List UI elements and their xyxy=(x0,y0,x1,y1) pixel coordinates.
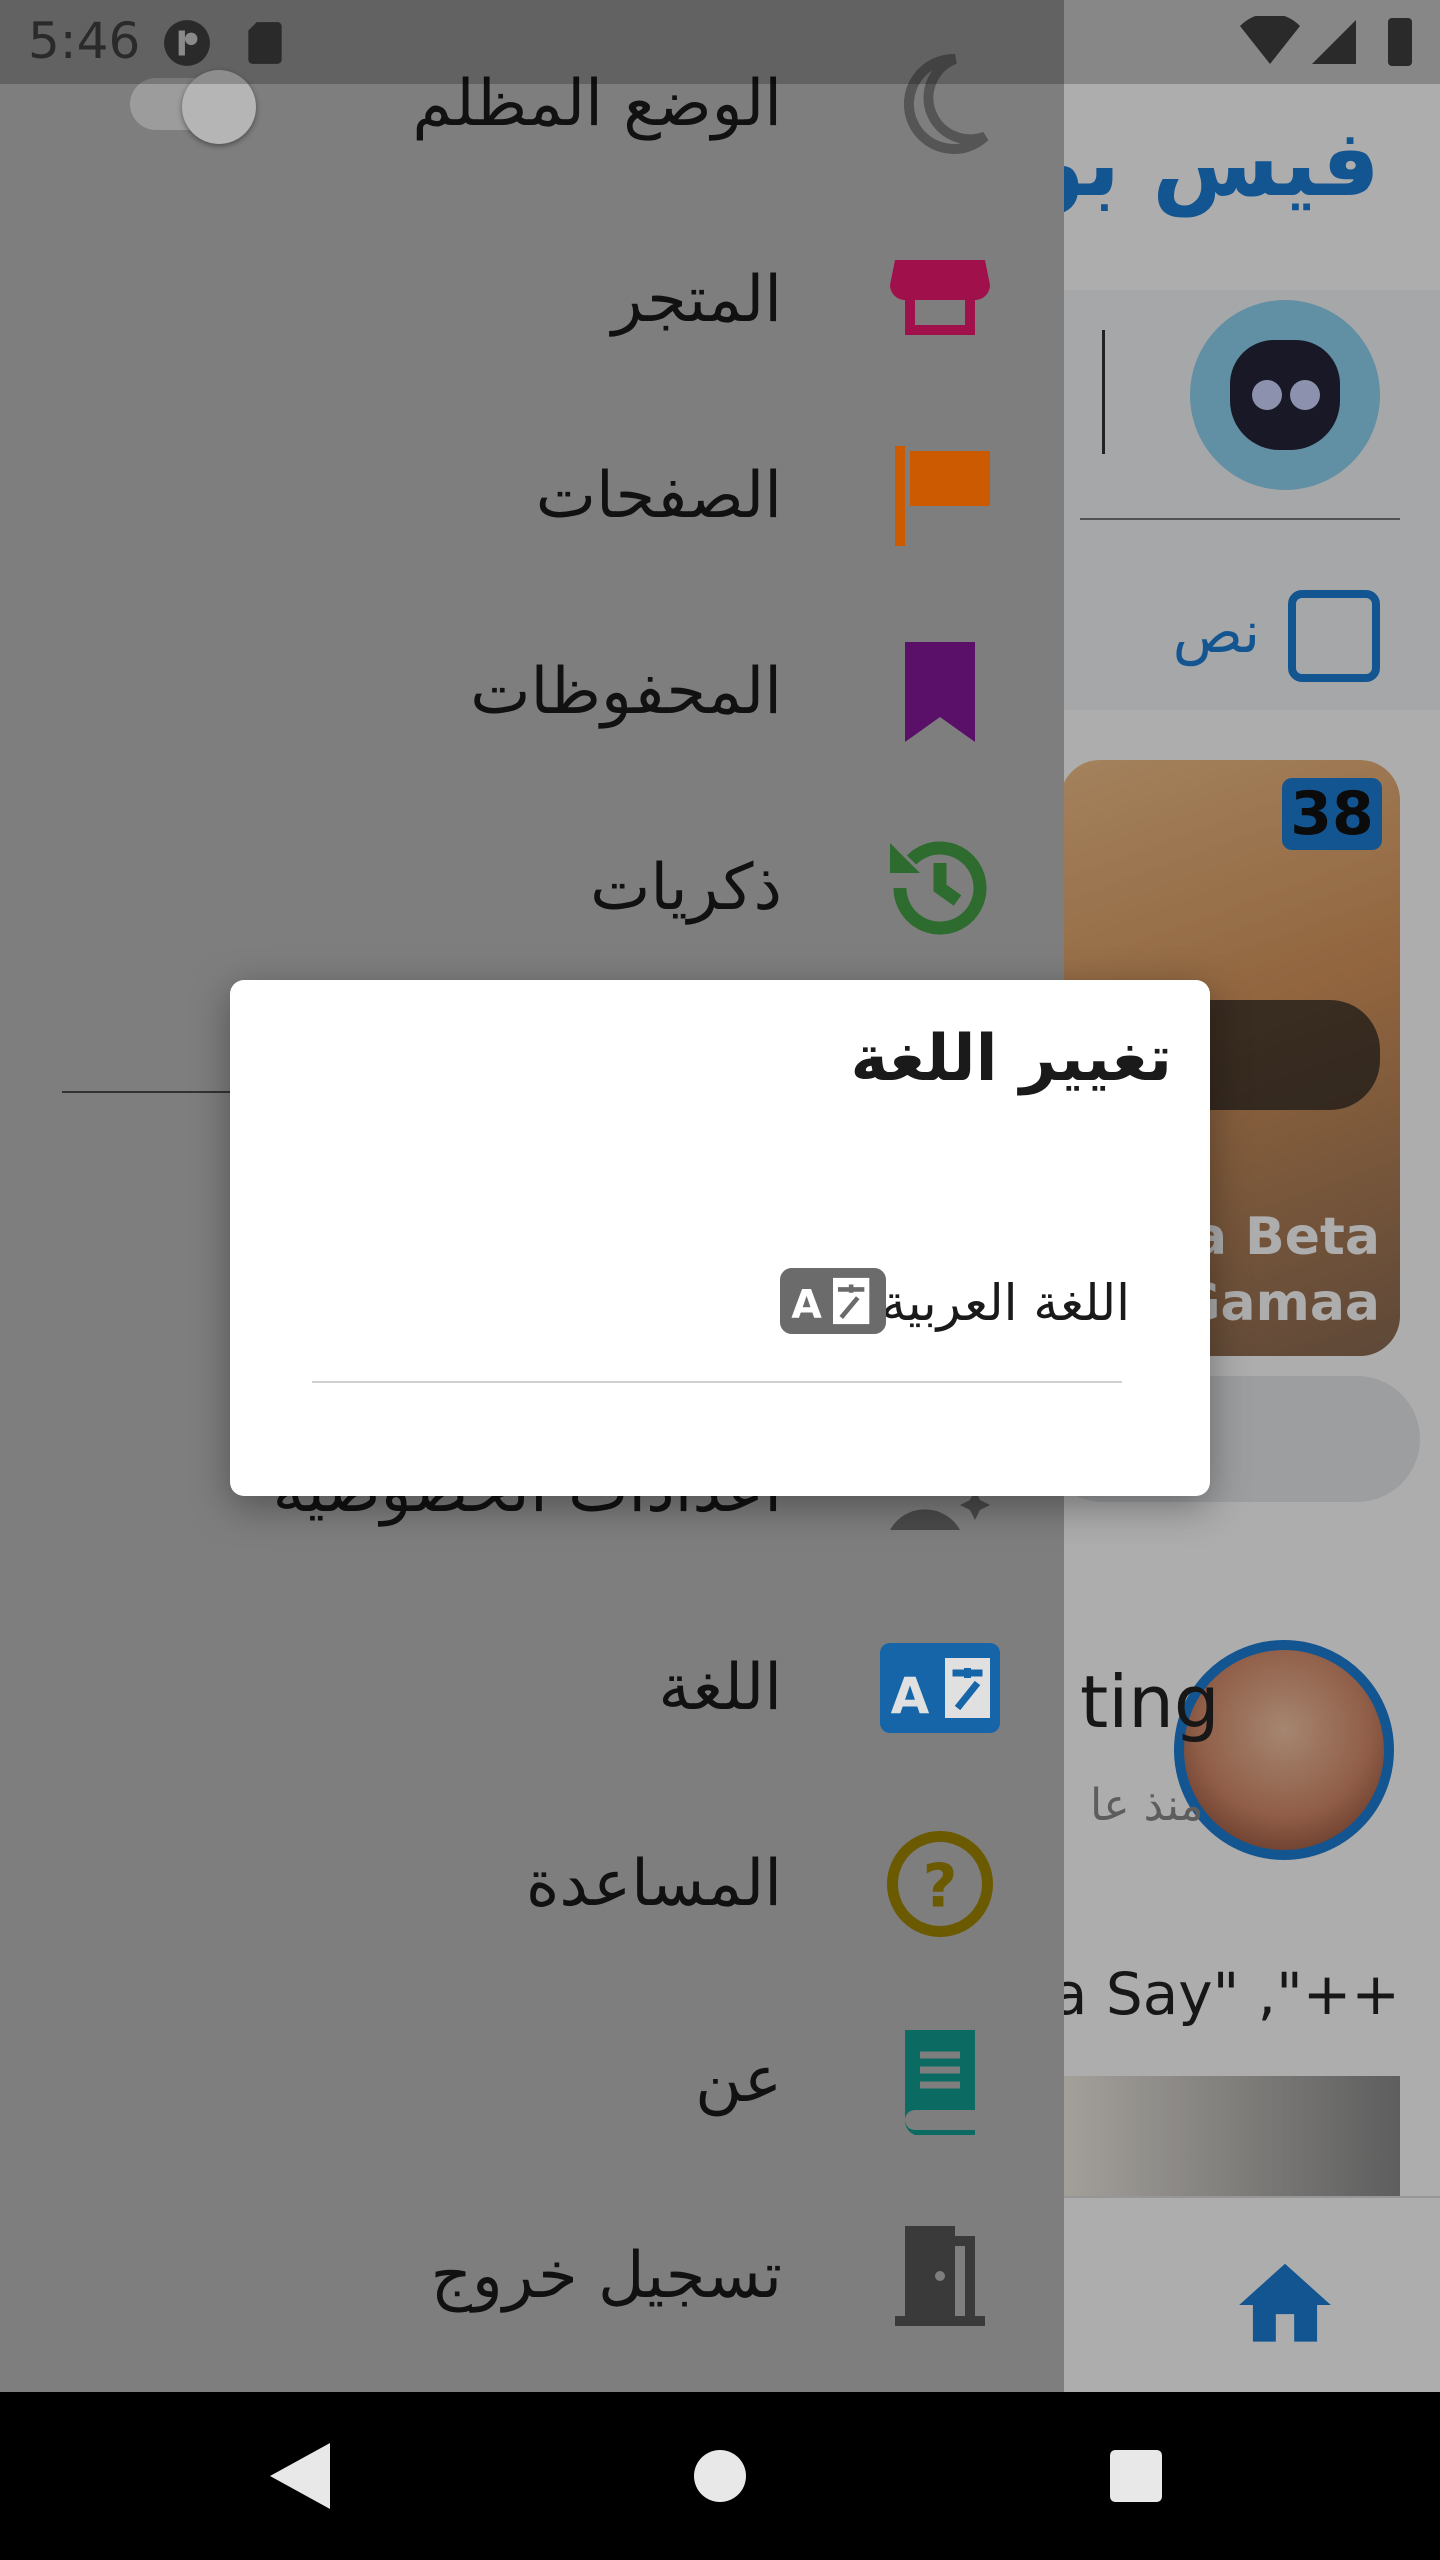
dialog-title: تغيير اللغة xyxy=(850,1022,1172,1096)
drawer-item-label: المحفوظات xyxy=(470,655,782,729)
language-option-arabic[interactable]: اللغة العربية A xyxy=(310,1268,1130,1360)
back-icon[interactable] xyxy=(270,2443,330,2509)
drawer-divider xyxy=(62,1091,242,1093)
battery-icon xyxy=(1388,18,1412,66)
svg-text:A: A xyxy=(891,1667,930,1725)
drawer-item-logout[interactable]: تسجيل خروج xyxy=(0,2178,1064,2374)
translate-icon: A xyxy=(780,1268,886,1334)
sd-card-icon xyxy=(248,22,282,64)
drawer-item-label: عن xyxy=(695,2043,782,2117)
drawer-item-store[interactable]: المتجر xyxy=(0,202,1064,398)
language-option-label: اللغة العربية xyxy=(880,1274,1130,1332)
drawer-item-label: المتجر xyxy=(611,263,782,337)
status-bar: 5:46 xyxy=(0,0,1440,84)
translate-icon: A xyxy=(880,1643,1000,1733)
flag-icon xyxy=(895,446,990,546)
book-icon xyxy=(904,2030,975,2135)
logout-door-icon xyxy=(895,2226,985,2326)
drawer-item-memories[interactable]: ذكريات xyxy=(0,790,1064,986)
drawer-item-help[interactable]: المساعدة ? xyxy=(0,1786,1064,1982)
bookmark-icon xyxy=(905,642,975,742)
drawer-item-pages[interactable]: الصفحات xyxy=(0,398,1064,594)
wifi-icon xyxy=(1240,16,1300,64)
system-navigation-bar xyxy=(0,2392,1440,2560)
svg-text:?: ? xyxy=(923,1852,958,1922)
drawer-item-label: ذكريات xyxy=(590,851,782,925)
drawer-item-language[interactable]: اللغة A xyxy=(0,1590,1064,1786)
recents-icon[interactable] xyxy=(1110,2450,1162,2502)
status-right-icons xyxy=(1240,16,1412,66)
drawer-item-saved[interactable]: المحفوظات xyxy=(0,594,1064,790)
drawer-item-label: تسجيل خروج xyxy=(430,2239,782,2313)
language-option-underline xyxy=(312,1381,1122,1383)
help-icon: ? xyxy=(887,1831,993,1937)
drawer-item-label: اللغة xyxy=(658,1651,782,1725)
home-circle-icon[interactable] xyxy=(694,2450,746,2502)
change-language-dialog: تغيير اللغة اللغة العربية A xyxy=(230,980,1210,1496)
drawer-item-label: الصفحات xyxy=(535,459,782,533)
status-time: 5:46 xyxy=(28,12,141,70)
store-icon xyxy=(890,260,990,335)
notification-app-icon xyxy=(164,20,210,66)
svg-text:A: A xyxy=(791,1282,822,1328)
history-icon xyxy=(890,841,987,935)
drawer-item-about[interactable]: عن xyxy=(0,1982,1064,2178)
drawer-item-label: المساعدة xyxy=(525,1847,782,1921)
signal-icon xyxy=(1312,20,1356,64)
